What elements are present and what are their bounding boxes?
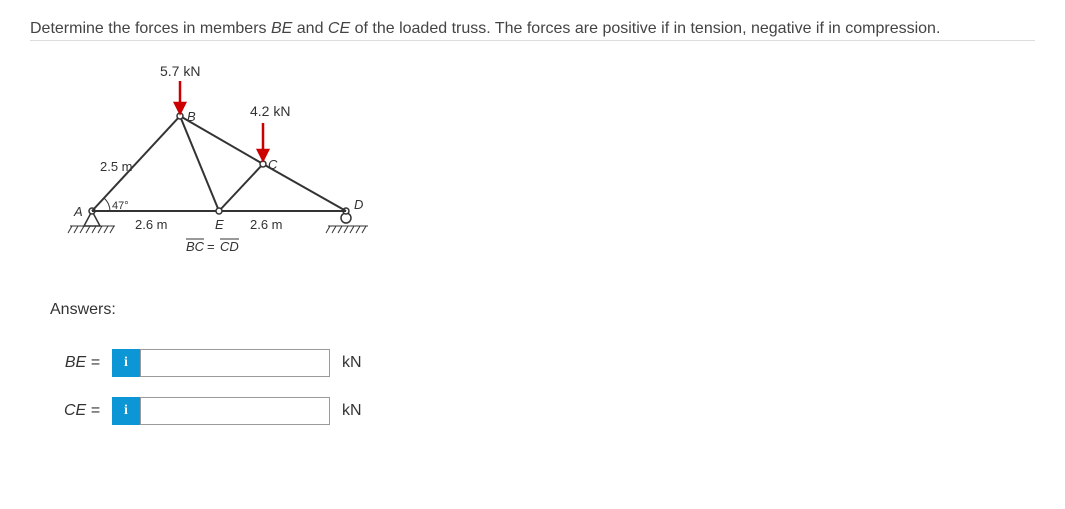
node-d: D <box>354 197 363 212</box>
problem-text-suffix: of the loaded truss. The forces are posi… <box>350 20 940 37</box>
angle-a: 47° <box>112 200 129 212</box>
truss-diagram: 5.7 kN 4.2 kN 2.5 m 47° 2.6 m 2.6 m A B … <box>50 61 370 271</box>
length-ed: 2.6 m <box>250 217 283 232</box>
answer-row-be: BE = i kN <box>50 349 1035 377</box>
node-a: A <box>73 204 83 219</box>
member-be: BE <box>271 20 292 37</box>
force2-label: 4.2 kN <box>250 103 290 119</box>
constraint-right: CD <box>220 239 239 254</box>
node-b: B <box>187 109 196 124</box>
info-icon[interactable]: i <box>112 349 140 377</box>
be-unit: kN <box>342 354 362 372</box>
length-ae: 2.6 m <box>135 217 168 232</box>
node-c: C <box>268 157 278 172</box>
be-label: BE = <box>50 354 100 372</box>
svg-text:=: = <box>207 239 215 254</box>
problem-statement: Determine the forces in members BE and C… <box>30 20 1035 41</box>
ce-unit: kN <box>342 402 362 420</box>
problem-text-prefix: Determine the forces in members <box>30 20 271 37</box>
answer-row-ce: CE = i kN <box>50 397 1035 425</box>
constraint-left: BC <box>186 239 205 254</box>
ce-input[interactable] <box>140 397 330 425</box>
ce-label: CE = <box>50 402 100 420</box>
node-e: E <box>215 217 224 232</box>
member-ce: CE <box>328 20 350 37</box>
be-input[interactable] <box>140 349 330 377</box>
answers-heading: Answers: <box>50 301 1035 319</box>
answers-section: Answers: BE = i kN CE = i kN <box>50 301 1035 425</box>
force1-label: 5.7 kN <box>160 63 200 79</box>
length-ab: 2.5 m <box>100 159 133 174</box>
info-icon[interactable]: i <box>112 397 140 425</box>
problem-text-mid: and <box>292 20 328 37</box>
